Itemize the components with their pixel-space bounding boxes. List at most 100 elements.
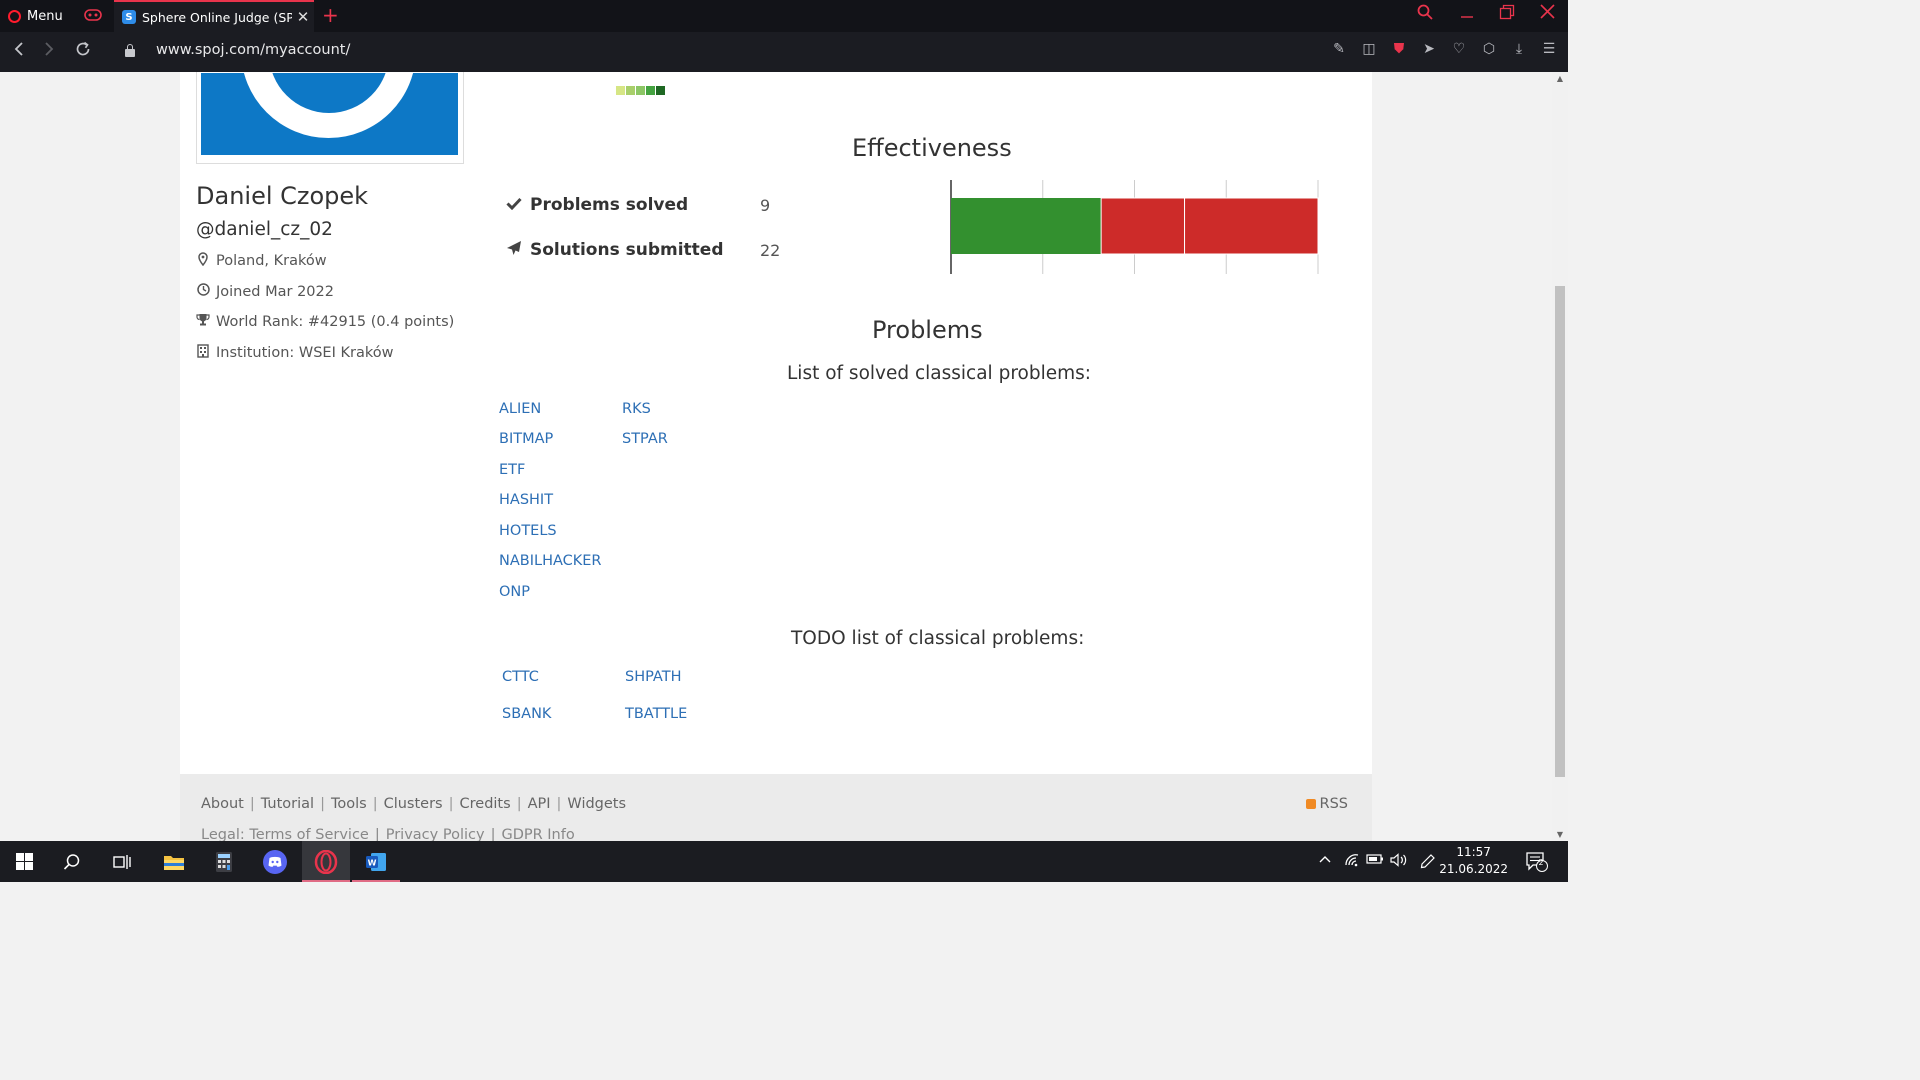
todo-link-shpath[interactable]: SHPATH <box>625 669 681 685</box>
show-hidden-icons[interactable] <box>1318 853 1332 871</box>
heart-icon[interactable]: ♡ <box>1450 41 1468 57</box>
todo-link-cttc[interactable]: CTTC <box>502 669 539 685</box>
activity-swatch <box>616 86 625 95</box>
check-icon <box>506 196 522 214</box>
camera-icon[interactable]: ◫ <box>1360 41 1378 57</box>
rss-link[interactable]: RSS <box>1305 796 1348 812</box>
todo-link-sbank[interactable]: SBANK <box>502 706 551 722</box>
close-window-icon[interactable] <box>1540 4 1555 23</box>
activity-swatch <box>656 86 665 95</box>
problem-link-bitmap[interactable]: BITMAP <box>499 431 553 447</box>
avatar-frame <box>196 72 464 164</box>
paper-plane-icon <box>506 240 522 260</box>
footer-link-about[interactable]: About <box>201 796 244 812</box>
reload-icon[interactable] <box>74 40 92 63</box>
page-scrollbar[interactable]: ▲ ▼ <box>1552 72 1568 841</box>
search-icon[interactable] <box>1417 4 1433 24</box>
avatar <box>201 73 458 155</box>
opera-menu-button[interactable]: Menu <box>0 0 82 32</box>
battery-icon[interactable] <box>1366 853 1384 869</box>
task-view-icon[interactable] <box>98 841 146 882</box>
effectiveness-heading: Effectiveness <box>852 134 1012 162</box>
profile-joined: Joined Mar 2022 <box>196 283 334 300</box>
problem-link-etf[interactable]: ETF <box>499 462 525 478</box>
footer-link-credits[interactable]: Credits <box>460 796 511 812</box>
active-app-indicator <box>302 880 350 882</box>
institution-text: Institution: WSEI Kraków <box>216 345 394 361</box>
solutions-submitted-label: Solutions submitted <box>530 240 724 260</box>
profile-handle: @daniel_cz_02 <box>196 219 333 240</box>
snap-edit-icon[interactable]: ✎ <box>1330 41 1348 57</box>
download-icon[interactable]: ⤓ <box>1510 41 1528 57</box>
file-explorer-icon[interactable] <box>150 841 198 882</box>
opera-taskbar-icon[interactable] <box>302 841 350 882</box>
tab-spoj[interactable]: S Sphere Online Judge (SPOJ) ✕ <box>114 0 314 32</box>
world-rank-text: World Rank: #42915 (0.4 points) <box>216 313 455 330</box>
problem-link-alien[interactable]: ALIEN <box>499 401 541 417</box>
problem-link-rks[interactable]: RKS <box>622 401 651 417</box>
problem-link-onp[interactable]: ONP <box>499 584 530 600</box>
profile-institution: Institution: WSEI Kraków <box>196 344 393 362</box>
url-field[interactable]: www.spoj.com/myaccount/ <box>156 42 350 58</box>
legal-link-gdpr[interactable]: GDPR Info <box>501 827 574 841</box>
address-bar-tools: ✎ ◫ ⛊ ➤ ♡ ⬡ ⤓ ☰ <box>1330 41 1558 57</box>
legal-link-privacy[interactable]: Privacy Policy <box>386 827 485 841</box>
footer-link-widgets[interactable]: Widgets <box>567 796 626 812</box>
problem-link-nabilhacker[interactable]: NABILHACKER <box>499 553 602 569</box>
notification-center-icon[interactable]: 2 <box>1526 852 1548 876</box>
gx-control-icon[interactable] <box>84 8 102 22</box>
search-taskbar-icon[interactable] <box>48 841 96 882</box>
open-app-indicator <box>352 880 400 882</box>
lock-icon[interactable] <box>125 44 135 58</box>
effectiveness-chart <box>950 180 1319 274</box>
profile-name: Daniel Czopek <box>196 182 369 210</box>
forward-icon[interactable] <box>42 40 56 63</box>
new-tab-icon[interactable]: + <box>322 4 339 26</box>
minimize-icon[interactable] <box>1460 4 1474 24</box>
todo-link-tbattle[interactable]: TBATTLE <box>625 706 687 722</box>
footer-legal-links: Legal: Terms of Service | Privacy Policy |… <box>201 827 575 841</box>
calculator-icon[interactable] <box>200 841 248 882</box>
wifi-icon[interactable] <box>1344 853 1360 871</box>
activity-swatch <box>636 86 645 95</box>
easy-setup-icon[interactable]: ☰ <box>1540 41 1558 57</box>
problem-link-hashit[interactable]: HASHIT <box>499 492 553 508</box>
discord-icon[interactable] <box>251 841 299 882</box>
chart-bar-segment-0 <box>951 198 1102 254</box>
back-icon[interactable] <box>12 40 26 63</box>
footer-link-api[interactable]: API <box>528 796 551 812</box>
legal-link-terms[interactable]: Legal: Terms of Service <box>201 827 369 841</box>
send-icon[interactable]: ➤ <box>1420 41 1438 57</box>
footer-links: About | Tutorial | Tools | Clusters | Credit… <box>201 796 627 812</box>
rss-label: RSS <box>1319 796 1348 812</box>
address-bar: www.spoj.com/myaccount/ ✎ ◫ ⛊ ➤ ♡ ⬡ ⤓ ☰ <box>0 32 1568 72</box>
clock-date: 21.06.2022 <box>1439 862 1508 876</box>
scroll-down-icon[interactable]: ▼ <box>1552 830 1568 839</box>
volume-icon[interactable] <box>1390 853 1408 871</box>
problems-solved-stat: Problems solved <box>506 195 688 215</box>
browser-tab-bar: Menu S Sphere Online Judge (SPOJ) ✕ + <box>0 0 1568 32</box>
page-footer: About | Tutorial | Tools | Clusters | Credit… <box>180 774 1372 841</box>
scroll-up-icon[interactable]: ▲ <box>1552 74 1568 83</box>
system-clock[interactable]: 11:57 21.06.2022 <box>1439 844 1508 878</box>
page-viewport: Daniel Czopek @daniel_cz_02 Poland, Krak… <box>0 72 1552 841</box>
vpn-shield-icon[interactable]: ⛊ <box>1390 41 1408 57</box>
start-button[interactable] <box>0 841 48 882</box>
problem-link-hotels[interactable]: HOTELS <box>499 523 557 539</box>
cube-icon[interactable]: ⬡ <box>1480 41 1498 57</box>
scrollbar-thumb[interactable] <box>1555 286 1565 777</box>
profile-content: Daniel Czopek @daniel_cz_02 Poland, Krak… <box>180 72 1372 774</box>
map-marker-icon <box>196 252 210 270</box>
activity-swatch <box>626 86 635 95</box>
problem-link-stpar[interactable]: STPAR <box>622 431 668 447</box>
footer-link-tools[interactable]: Tools <box>331 796 367 812</box>
footer-link-tutorial[interactable]: Tutorial <box>261 796 314 812</box>
activity-legend <box>616 86 665 95</box>
word-icon[interactable]: W <box>352 841 400 882</box>
restore-icon[interactable] <box>1499 4 1515 24</box>
clock-icon <box>196 283 210 300</box>
pen-icon[interactable] <box>1420 853 1436 873</box>
problems-solved-label: Problems solved <box>530 195 689 215</box>
close-tab-icon[interactable]: ✕ <box>292 8 314 26</box>
footer-link-clusters[interactable]: Clusters <box>384 796 443 812</box>
